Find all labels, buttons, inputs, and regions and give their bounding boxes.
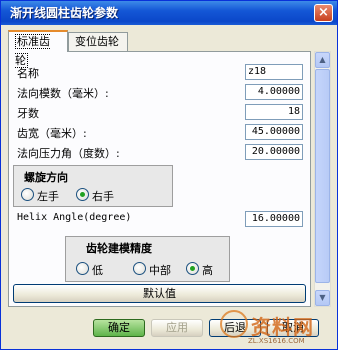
field-row-teeth: 牙数 18 bbox=[17, 102, 303, 122]
watermark-text: 资料网 bbox=[251, 315, 314, 339]
close-icon: × bbox=[318, 5, 329, 20]
title-bar: 渐开线圆柱齿轮参数 × bbox=[1, 1, 337, 25]
pressure-angle-input[interactable]: 20.00000 bbox=[245, 144, 303, 160]
field-row-name: 名称 z18 bbox=[17, 62, 303, 82]
radio-right-hand-label: 右手 bbox=[92, 190, 114, 203]
modeling-precision-group: 齿轮建模精度 低 中部 高 bbox=[65, 236, 230, 282]
watermark-url: ZL.XS1616.COM bbox=[248, 337, 305, 345]
tab-shifted-gear-label: 变位齿轮 bbox=[75, 35, 119, 48]
close-button[interactable]: × bbox=[314, 4, 333, 22]
modeling-precision-title: 齿轮建模精度 bbox=[86, 242, 152, 255]
scroll-thumb[interactable] bbox=[315, 69, 330, 283]
radio-left-hand[interactable] bbox=[21, 188, 34, 201]
face-width-label: 齿宽（毫米）: bbox=[17, 127, 87, 140]
normal-module-input[interactable]: 4.00000 bbox=[245, 84, 303, 100]
helix-angle-label: Helix Angle(degree) bbox=[17, 212, 132, 223]
teeth-input[interactable]: 18 bbox=[245, 104, 303, 120]
helix-direction-group: 螺旋方向 左手 右手 bbox=[13, 165, 173, 207]
dialog-window: 渐开线圆柱齿轮参数 × 标准齿轮 变位齿轮 名称 z18 法向模数（毫米）: 4… bbox=[0, 0, 338, 350]
scroll-up-icon[interactable]: ▲ bbox=[315, 52, 330, 68]
tab-standard-gear[interactable]: 标准齿轮 bbox=[8, 30, 68, 68]
field-row-helix-angle: Helix Angle(degree) 16.00000 bbox=[17, 209, 303, 229]
parameters-panel: 名称 z18 法向模数（毫米）: 4.00000 牙数 18 齿宽（毫米）: 4… bbox=[8, 51, 311, 307]
vertical-scrollbar[interactable]: ▲ ▼ bbox=[314, 51, 331, 307]
radio-precision-medium[interactable] bbox=[133, 262, 146, 275]
helix-angle-input[interactable]: 16.00000 bbox=[245, 211, 303, 227]
radio-right-hand[interactable] bbox=[76, 188, 89, 201]
field-row-face-width: 齿宽（毫米）: 45.00000 bbox=[17, 122, 303, 142]
tab-shifted-gear[interactable]: 变位齿轮 bbox=[68, 32, 128, 52]
radio-precision-high[interactable] bbox=[186, 262, 199, 275]
radio-precision-low-label: 低 bbox=[92, 264, 103, 277]
window-title: 渐开线圆柱齿轮参数 bbox=[10, 6, 119, 20]
name-input[interactable]: z18 bbox=[245, 64, 303, 80]
teeth-label: 牙数 bbox=[17, 107, 39, 120]
apply-button[interactable]: 应用 bbox=[151, 319, 203, 337]
radio-precision-high-label: 高 bbox=[202, 264, 213, 277]
ok-button[interactable]: 确定 bbox=[93, 319, 145, 337]
default-values-button[interactable]: 默认值 bbox=[13, 284, 306, 303]
field-row-pressure-angle: 法向压力角（度数）: 20.00000 bbox=[17, 142, 303, 162]
helix-direction-title: 螺旋方向 bbox=[24, 171, 68, 184]
field-row-normal-module: 法向模数（毫米）: 4.00000 bbox=[17, 82, 303, 102]
radio-precision-medium-label: 中部 bbox=[149, 264, 171, 277]
pressure-angle-label: 法向压力角（度数）: bbox=[17, 147, 120, 160]
normal-module-label: 法向模数（毫米）: bbox=[17, 87, 109, 100]
face-width-input[interactable]: 45.00000 bbox=[245, 124, 303, 140]
watermark-logo-icon bbox=[220, 310, 248, 338]
scroll-down-icon[interactable]: ▼ bbox=[315, 290, 330, 306]
radio-precision-low[interactable] bbox=[76, 262, 89, 275]
radio-left-hand-label: 左手 bbox=[37, 190, 59, 203]
